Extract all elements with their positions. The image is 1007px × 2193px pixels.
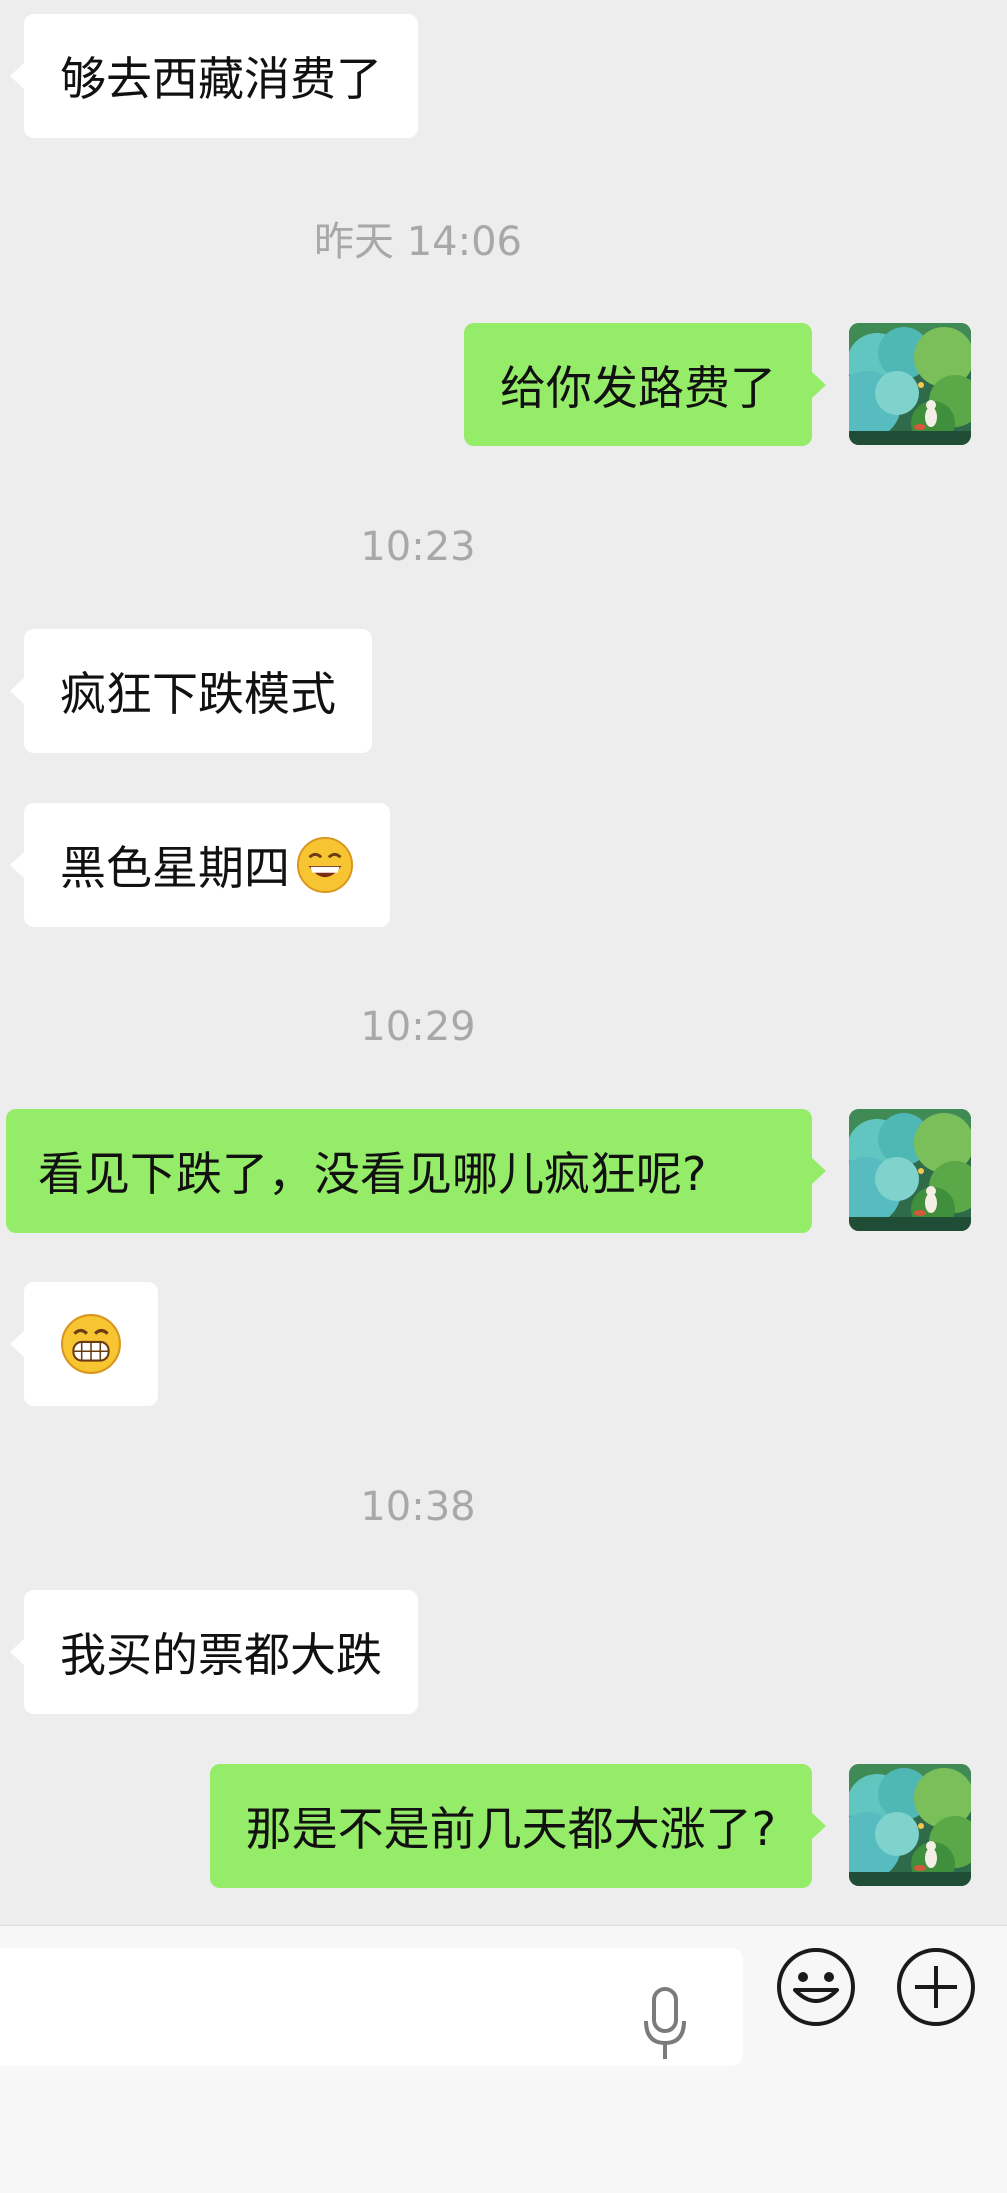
message-bubble-incoming[interactable]: 够去西藏消费了: [10, 14, 418, 138]
message-text: 黑色星期四: [60, 841, 290, 895]
timestamp: 10:23: [360, 524, 476, 570]
message-text: 那是不是前几天都大涨了?: [245, 1802, 776, 1856]
grinning-squint-emoji: [296, 836, 354, 894]
message-bubble-incoming[interactable]: 我买的票都大跌: [10, 1590, 418, 1714]
chat-area[interactable]: 够去西藏消费了 昨天 14:06 给你发路费了 10:23 疯狂下跌模式 黑色星…: [0, 0, 1007, 1925]
message-bubble-outgoing[interactable]: 那是不是前几天都大涨了?: [209, 1764, 827, 1888]
message-bubble-incoming[interactable]: 黑色星期四: [10, 803, 390, 927]
message-text: 够去西藏消费了: [60, 52, 382, 106]
avatar[interactable]: [849, 323, 971, 445]
message-text: 给你发路费了: [500, 360, 776, 415]
message-input[interactable]: [0, 1948, 743, 2066]
emoji-icon[interactable]: [775, 1946, 857, 2028]
timestamp: 昨天 14:06: [314, 219, 522, 265]
message-text: 疯狂下跌模式: [60, 667, 336, 721]
grin-teeth-emoji: [61, 1314, 121, 1374]
input-bar: [0, 1925, 1007, 2193]
plus-icon[interactable]: [895, 1946, 977, 2028]
message-bubble-incoming[interactable]: [10, 1282, 158, 1406]
avatar[interactable]: [849, 1764, 971, 1886]
message-bubble-outgoing[interactable]: 给你发路费了: [464, 323, 826, 446]
message-text: 我买的票都大跌: [60, 1628, 382, 1682]
message-bubble-outgoing[interactable]: 看见下跌了，没看见哪儿疯狂呢?: [6, 1109, 826, 1233]
timestamp: 10:38: [360, 1484, 476, 1530]
message-text: 看见下跌了，没看见哪儿疯狂呢?: [38, 1147, 707, 1201]
message-bubble-incoming[interactable]: 疯狂下跌模式: [10, 629, 372, 753]
avatar[interactable]: [849, 1109, 971, 1231]
timestamp: 10:29: [360, 1004, 476, 1050]
microphone-icon[interactable]: [640, 1985, 690, 2065]
